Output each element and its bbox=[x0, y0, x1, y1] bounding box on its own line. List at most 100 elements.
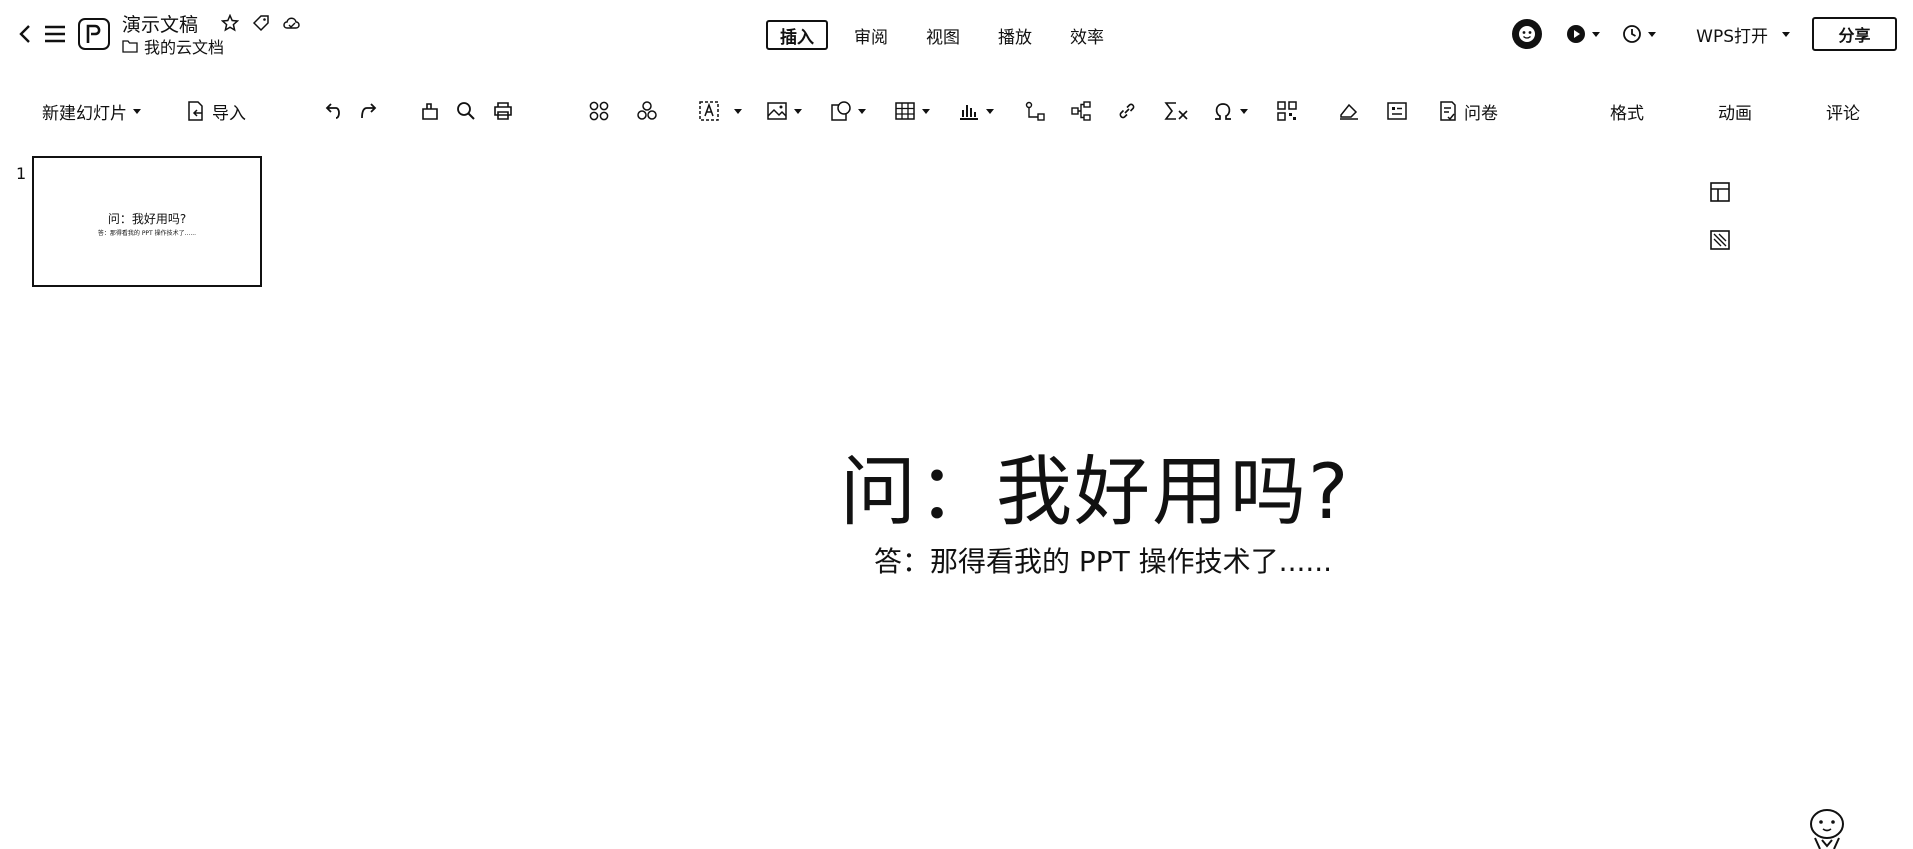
form-icon bbox=[1387, 102, 1407, 120]
back-icon[interactable] bbox=[14, 23, 36, 45]
document-location[interactable]: 我的云文档 bbox=[144, 34, 224, 58]
tab-insert[interactable]: 插入 bbox=[766, 20, 828, 50]
wps-open-button[interactable]: WPS打开 bbox=[1696, 22, 1790, 47]
eraser-button[interactable] bbox=[1338, 94, 1360, 128]
chevron-down-icon bbox=[922, 108, 930, 114]
questionnaire-icon bbox=[1440, 101, 1456, 121]
tab-slideshow[interactable]: 播放 bbox=[998, 20, 1032, 50]
slide-title-text[interactable]: 问：我好用吗? bbox=[840, 430, 1360, 540]
wps-open-label: WPS打开 bbox=[1696, 26, 1768, 47]
thumbnail-title: 问：我好用吗? bbox=[107, 212, 187, 226]
animation-panel-tab[interactable]: 动画 bbox=[1718, 94, 1752, 128]
chart-icon bbox=[960, 105, 978, 120]
table-dropdown[interactable] bbox=[894, 94, 930, 128]
background-icon bbox=[1710, 230, 1730, 250]
thumbnail-subtitle: 答：那得看我的 PPT 操作技术了...... bbox=[97, 230, 197, 237]
background-button[interactable] bbox=[1708, 228, 1732, 252]
tab-review[interactable]: 审阅 bbox=[854, 20, 888, 50]
chevron-down-icon bbox=[1782, 31, 1790, 37]
slide-thumbnail[interactable]: 问：我好用吗? 答：那得看我的 PPT 操作技术了...... bbox=[32, 156, 262, 287]
comment-panel-tab[interactable]: 评论 bbox=[1826, 94, 1860, 128]
import-button[interactable]: 导入 bbox=[186, 94, 246, 128]
layout-button[interactable] bbox=[1708, 180, 1732, 204]
chevron-down-icon bbox=[1648, 31, 1657, 37]
chevron-down-icon bbox=[794, 108, 802, 114]
shape-dropdown[interactable] bbox=[830, 94, 866, 128]
title-bar-right: WPS打开 分享 bbox=[1510, 14, 1897, 54]
connector-button[interactable] bbox=[1024, 94, 1046, 128]
share-button[interactable]: 分享 bbox=[1812, 17, 1897, 51]
ribbon-tabs: 插入 审阅 视图 播放 效率 bbox=[766, 20, 1142, 50]
document-title[interactable]: 演示文稿 bbox=[122, 10, 198, 37]
assistant-mascot-icon[interactable] bbox=[1804, 808, 1850, 849]
user-avatar-icon[interactable] bbox=[1510, 17, 1544, 51]
textbox-dropdown[interactable] bbox=[698, 94, 742, 128]
history-dropdown[interactable] bbox=[1622, 24, 1657, 44]
apps-button[interactable] bbox=[588, 94, 610, 128]
chart-dropdown[interactable] bbox=[958, 94, 994, 128]
eraser-icon bbox=[1340, 103, 1358, 120]
chevron-down-icon bbox=[858, 108, 866, 114]
format-painter-icon bbox=[422, 103, 438, 120]
mindmap-icon bbox=[1071, 101, 1091, 121]
connector-icon bbox=[1025, 101, 1045, 121]
chevron-down-icon bbox=[1592, 31, 1601, 37]
mindmap-button[interactable] bbox=[1070, 94, 1092, 128]
formula-button[interactable] bbox=[1164, 94, 1190, 128]
shapes-cluster-icon bbox=[637, 101, 657, 120]
questionnaire-button[interactable]: 问卷 bbox=[1438, 94, 1498, 128]
tab-efficiency[interactable]: 效率 bbox=[1070, 20, 1104, 50]
play-dropdown[interactable] bbox=[1566, 24, 1601, 44]
tag-icon[interactable] bbox=[251, 13, 271, 33]
picture-dropdown[interactable] bbox=[766, 94, 802, 128]
folder-icon bbox=[122, 39, 138, 53]
new-slide-label: 新建幻灯片 bbox=[42, 103, 127, 124]
print-icon bbox=[494, 102, 512, 120]
new-slide-button[interactable]: 新建幻灯片 bbox=[42, 94, 141, 128]
find-button[interactable] bbox=[456, 94, 476, 128]
title-bar: 演示文稿 我的云文档 插入 审阅 视图 播放 效率 WPS打开 分享 bbox=[0, 0, 1913, 68]
side-toolbar bbox=[1708, 180, 1732, 276]
omega-icon bbox=[1215, 103, 1231, 120]
form-button[interactable] bbox=[1386, 94, 1408, 128]
play-icon bbox=[1567, 25, 1586, 43]
symbol-dropdown[interactable] bbox=[1212, 94, 1248, 128]
format-panel-tab[interactable]: 格式 bbox=[1610, 94, 1644, 128]
redo-icon bbox=[361, 103, 377, 119]
link-icon bbox=[1119, 103, 1135, 119]
star-icon[interactable] bbox=[220, 13, 240, 33]
chevron-down-icon bbox=[986, 108, 994, 114]
wps-presentation-logo-icon[interactable] bbox=[78, 18, 110, 50]
chevron-down-icon bbox=[734, 108, 742, 114]
qrcode-icon bbox=[1277, 101, 1297, 121]
insert-toolbar: 新建幻灯片 导入 问卷 格式 动画 评论 bbox=[0, 94, 1913, 128]
link-button[interactable] bbox=[1116, 94, 1138, 128]
document-info: 演示文稿 我的云文档 bbox=[122, 11, 313, 57]
apps-grid-icon bbox=[589, 101, 609, 121]
clock-icon bbox=[1623, 25, 1642, 43]
cloud-sync-icon[interactable] bbox=[282, 13, 302, 33]
tab-view[interactable]: 视图 bbox=[926, 20, 960, 50]
layout-icon bbox=[1710, 182, 1730, 202]
undo-button[interactable] bbox=[324, 94, 344, 128]
table-icon bbox=[895, 102, 915, 120]
redo-button[interactable] bbox=[358, 94, 378, 128]
undo-icon bbox=[325, 103, 340, 119]
textbox-icon bbox=[699, 101, 719, 121]
image-icon bbox=[767, 102, 787, 120]
formula-icon bbox=[1164, 102, 1188, 120]
slide-subtitle-text[interactable]: 答：那得看我的 PPT 操作技术了...... bbox=[874, 540, 1394, 580]
questionnaire-label: 问卷 bbox=[1464, 103, 1498, 124]
menu-icon[interactable] bbox=[44, 23, 66, 45]
format-painter-button[interactable] bbox=[420, 94, 440, 128]
chevron-down-icon bbox=[133, 108, 141, 114]
search-icon bbox=[457, 102, 475, 120]
smart-shapes-button[interactable] bbox=[636, 94, 658, 128]
qrcode-button[interactable] bbox=[1276, 94, 1298, 128]
import-label: 导入 bbox=[212, 103, 246, 124]
shape-icon bbox=[831, 101, 851, 121]
title-bar-left: 演示文稿 我的云文档 bbox=[14, 8, 313, 60]
print-button[interactable] bbox=[492, 94, 514, 128]
import-icon bbox=[188, 101, 203, 121]
slide-number: 1 bbox=[16, 164, 27, 183]
